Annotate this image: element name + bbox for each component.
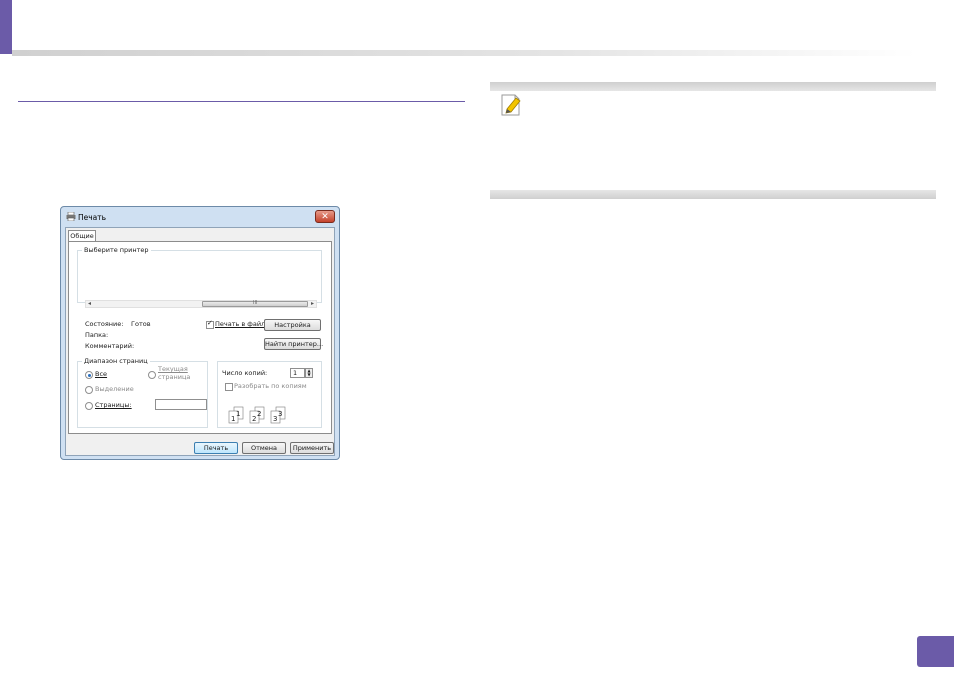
collate-label: Разобрать по копиям: [234, 382, 307, 390]
cancel-button[interactable]: Отмена: [242, 442, 286, 454]
collate-digit: 2: [257, 410, 261, 418]
find-printer-button[interactable]: Найти принтер...: [264, 338, 323, 350]
collate-digit: 1: [236, 410, 240, 418]
settings-button[interactable]: Настройка: [264, 319, 321, 331]
print-to-file-checkbox[interactable]: [206, 319, 214, 329]
scroll-grip-icon: III: [253, 300, 258, 306]
chapter-side-tab: [0, 0, 12, 54]
copies-spinner[interactable]: ▲ ▼: [305, 368, 313, 378]
status-value: Готов: [131, 320, 151, 328]
scroll-right-icon[interactable]: ▸: [311, 300, 314, 307]
close-icon[interactable]: ✕: [315, 210, 335, 223]
collate-digit: 3: [273, 415, 277, 423]
folder-label: Папка:: [85, 331, 109, 339]
note-box: [490, 82, 936, 199]
copies-label: Число копий:: [222, 369, 268, 377]
range-pages-label: Страницы:: [95, 401, 132, 409]
print-to-file-label: Печать в файл: [215, 320, 266, 328]
collate-digit: 2: [252, 415, 256, 423]
section-rule: [18, 101, 465, 102]
printer-group-label: Выберите принтер: [82, 246, 151, 254]
apply-button[interactable]: Применить: [290, 442, 334, 454]
page-range-group-label: Диапазон страниц: [82, 357, 150, 365]
copies-group: Число копий: 1 ▲ ▼ Разобрать по копиям 1 …: [217, 361, 322, 428]
tab-panel: Выберите принтер ◂ III ▸ Состояние: Гото…: [68, 241, 332, 434]
range-all-label: Все: [95, 370, 108, 378]
note-pencil-icon: [501, 94, 521, 116]
status-label: Состояние:: [85, 320, 124, 328]
dialog-client-area: Общие Выберите принтер ◂ III ▸ Состояние…: [65, 227, 335, 456]
print-button[interactable]: Печать: [194, 442, 238, 454]
copies-input[interactable]: 1: [290, 368, 305, 378]
range-all-radio[interactable]: [85, 371, 93, 379]
printer-select-group[interactable]: Выберите принтер: [77, 246, 322, 303]
range-current-label-line1: Текущая: [158, 365, 188, 373]
range-selection-label: Выделение: [95, 385, 134, 393]
pages-input[interactable]: [155, 399, 207, 410]
range-current-radio[interactable]: [148, 371, 156, 379]
page-range-group: Диапазон страниц Все Текущая страница Вы…: [77, 357, 208, 428]
printer-icon: [66, 212, 76, 221]
comment-label: Комментарий:: [85, 342, 135, 350]
header-rule: [12, 50, 917, 56]
scroll-left-icon[interactable]: ◂: [88, 300, 91, 307]
collate-pages-icon: 1 1 2 2 3 3: [228, 406, 286, 424]
dialog-titlebar: Печать ✕: [61, 207, 339, 227]
collate-digit: 1: [231, 415, 235, 423]
dialog-title: Печать: [78, 213, 107, 222]
page-number-badge: [917, 636, 954, 667]
horizontal-scrollbar[interactable]: ◂ III ▸: [85, 300, 317, 308]
collate-digit: 3: [278, 410, 282, 418]
note-top-bar: [490, 82, 936, 91]
scroll-thumb[interactable]: III: [202, 300, 308, 307]
range-current-label-line2: страница: [158, 373, 191, 381]
collate-checkbox[interactable]: [225, 383, 233, 391]
print-dialog: Печать ✕ Общие Выберите принтер ◂ III ▸ …: [60, 206, 340, 460]
range-selection-radio[interactable]: [85, 386, 93, 394]
note-bottom-bar: [490, 190, 936, 199]
range-pages-radio[interactable]: [85, 402, 93, 410]
